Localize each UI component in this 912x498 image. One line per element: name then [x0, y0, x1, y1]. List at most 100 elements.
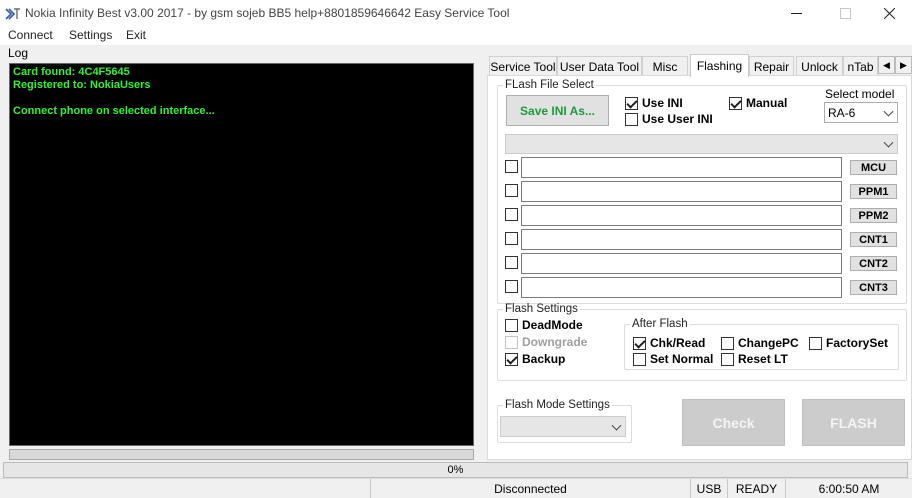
log-scrollbar[interactable] [9, 449, 474, 460]
checkbox-box [633, 352, 646, 366]
mcu-file-input[interactable] [521, 157, 842, 178]
flash-button[interactable]: FLASH [802, 399, 905, 446]
checkbox-label: DeadMode [522, 318, 583, 332]
cnt1-file-input[interactable] [521, 229, 842, 250]
cnt1-button[interactable]: CNT1 [850, 232, 897, 247]
ppm2-button[interactable]: PPM2 [850, 208, 897, 223]
menu-bar: Connect Settings Exit [0, 27, 912, 45]
log-line: Registered to: NokiaUsers [13, 79, 151, 91]
manual-checkbox[interactable]: Manual [729, 96, 787, 110]
checkbox-label: ChangePC [738, 336, 799, 350]
log-label: Log [8, 46, 29, 60]
flash-mode-select[interactable] [500, 416, 626, 437]
ppm1-checkbox[interactable] [505, 184, 518, 197]
chevron-down-icon [883, 137, 894, 148]
flash-file-select-legend: FLash File Select [505, 79, 594, 91]
checkbox-label: Manual [746, 96, 788, 110]
flash-settings-legend: Flash Settings [505, 303, 578, 315]
chevron-down-icon [883, 106, 894, 117]
log-output[interactable]: Card found: 4C4F5645 Registered to: Noki… [9, 63, 474, 446]
cnt2-button[interactable]: CNT2 [850, 256, 897, 271]
check-button[interactable]: Check [682, 399, 785, 446]
progress-bar: 0% [3, 462, 908, 478]
mcu-button[interactable]: MCU [850, 160, 897, 175]
cnt3-button[interactable]: CNT3 [850, 280, 897, 295]
cnt1-checkbox[interactable] [505, 232, 518, 245]
model-select[interactable]: RA-6 [824, 102, 898, 123]
ppm2-checkbox[interactable] [505, 208, 518, 221]
checkbox-label: Downgrade [522, 335, 588, 349]
ppm1-file-input[interactable] [521, 181, 842, 202]
log-line: Connect phone on selected interface... [13, 105, 215, 117]
backup-checkbox[interactable]: Backup [505, 352, 565, 366]
tab-scroll-left-button[interactable]: ◀ [878, 56, 895, 74]
mcu-checkbox[interactable] [505, 160, 518, 173]
status-connection: Disconnected [370, 479, 690, 498]
checkbox-box [729, 96, 742, 110]
checkbox-label: FactorySet [826, 336, 889, 350]
menu-settings[interactable]: Settings [69, 28, 112, 42]
status-time: 6:00:50 AM [785, 479, 912, 498]
cnt3-file-input[interactable] [521, 277, 842, 298]
tab-strip: Service Tool User Data Tool Misc Flashin… [487, 54, 912, 77]
flash-mode-settings-legend: Flash Mode Settings [505, 399, 610, 411]
tab-ntab[interactable]: nTab [843, 56, 878, 76]
cnt2-checkbox[interactable] [505, 256, 518, 269]
chevron-right-icon: ▶ [900, 59, 907, 70]
menu-connect[interactable]: Connect [8, 28, 53, 42]
tab-repair[interactable]: Repair [749, 56, 794, 76]
close-button[interactable] [866, 0, 912, 27]
status-interface: USB [690, 479, 727, 498]
menu-exit[interactable]: Exit [126, 28, 146, 42]
chk-read-checkbox[interactable]: Chk/Read [633, 336, 705, 350]
select-model-label: Select model [825, 87, 895, 101]
reset-lt-checkbox[interactable]: Reset LT [721, 352, 788, 366]
checkbox-label: Reset LT [738, 352, 788, 366]
nokia-infinity-logo-icon [5, 8, 20, 20]
cnt2-file-input[interactable] [521, 253, 842, 274]
checkbox-label: Backup [522, 352, 566, 366]
progress-text: 0% [447, 464, 464, 476]
log-line: Card found: 4C4F5645 [13, 66, 130, 78]
checkbox-label: Set Normal [650, 352, 714, 366]
factoryset-checkbox[interactable]: FactorySet [809, 336, 888, 350]
downgrade-checkbox[interactable]: Downgrade [505, 335, 587, 349]
checkbox-box [721, 352, 734, 366]
chevron-left-icon: ◀ [883, 59, 890, 70]
tab-flashing[interactable]: Flashing [690, 54, 749, 77]
checkbox-label: Use INI [642, 96, 683, 110]
changepc-checkbox[interactable]: ChangePC [721, 336, 799, 350]
use-ini-checkbox[interactable]: Use INI [625, 96, 683, 110]
tab-user-data-tool[interactable]: User Data Tool [557, 56, 642, 76]
tab-unlock[interactable]: Unlock [796, 56, 843, 76]
minimize-button[interactable] [773, 0, 819, 27]
minimize-icon [790, 13, 802, 14]
tab-scroll-right-button[interactable]: ▶ [895, 56, 912, 74]
checkbox-label: Use User INI [642, 112, 713, 126]
status-bar: Disconnected USB READY 6:00:50 AM [0, 478, 912, 498]
cnt3-checkbox[interactable] [505, 280, 518, 293]
checkbox-box [505, 352, 518, 366]
set-normal-checkbox[interactable]: Set Normal [633, 352, 713, 366]
checkbox-box [505, 335, 518, 349]
use-user-ini-checkbox[interactable]: Use User INI [625, 112, 713, 126]
title-bar: Nokia Infinity Best v3.00 2017 - by gsm … [0, 0, 912, 27]
maximize-icon [839, 8, 851, 19]
after-flash-legend: After Flash [632, 318, 688, 330]
checkbox-label: Chk/Read [650, 336, 706, 350]
product-select[interactable] [505, 134, 898, 154]
checkbox-box [809, 336, 822, 350]
tab-misc[interactable]: Misc [642, 56, 688, 76]
ppm1-button[interactable]: PPM1 [850, 184, 897, 199]
model-select-value: RA-6 [828, 105, 856, 120]
save-ini-button[interactable]: Save INI As... [506, 95, 609, 126]
ppm2-file-input[interactable] [521, 205, 842, 226]
deadmode-checkbox[interactable]: DeadMode [505, 318, 583, 332]
checkbox-box [625, 112, 638, 126]
window-title: Nokia Infinity Best v3.00 2017 - by gsm … [25, 6, 510, 20]
tab-service-tool[interactable]: Service Tool [489, 56, 557, 76]
status-state: READY [727, 479, 785, 498]
maximize-button[interactable] [822, 0, 868, 27]
checkbox-box [505, 318, 518, 332]
